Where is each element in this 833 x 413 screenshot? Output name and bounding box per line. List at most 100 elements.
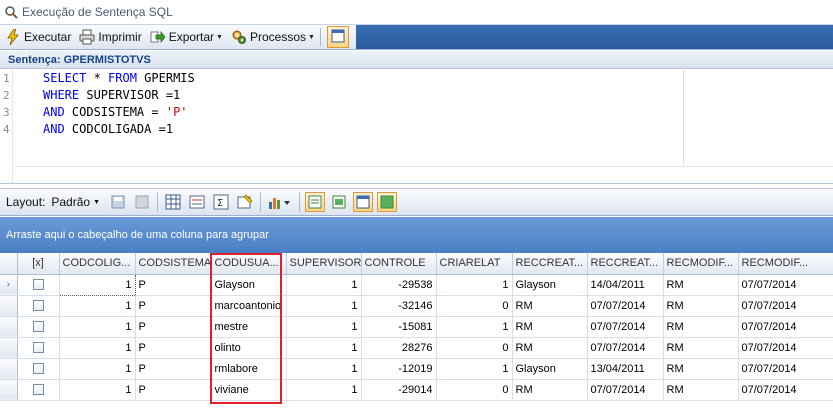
cell-codsistema[interactable]: P bbox=[135, 295, 212, 317]
edit-grid-icon[interactable] bbox=[235, 192, 255, 212]
cell-supervisor[interactable]: 1 bbox=[286, 295, 362, 317]
cell-supervisor[interactable]: 1 bbox=[286, 337, 362, 359]
table-row[interactable]: 1 Polinto 1 28276 0 RM 07/07/2014 RM 07/07/2014 bbox=[0, 337, 833, 359]
cell-criarelat[interactable]: 0 bbox=[436, 379, 513, 401]
sum-icon[interactable]: Σ bbox=[211, 192, 231, 212]
cell-recmodifiedby[interactable]: RM bbox=[663, 337, 739, 359]
cell-recmodifiedby[interactable]: RM bbox=[663, 358, 739, 380]
cell-codsistema[interactable]: P bbox=[135, 358, 212, 380]
cell-codusuario[interactable]: mestre bbox=[211, 316, 287, 338]
save-layout-icon[interactable] bbox=[108, 192, 128, 212]
cell-supervisor[interactable]: 1 bbox=[286, 358, 362, 380]
column-header-recmodifiedby[interactable]: RECMODIF... bbox=[663, 253, 739, 275]
cell-criarelat[interactable]: 1 bbox=[436, 274, 513, 296]
cell-reccreatedon[interactable]: 07/07/2014 bbox=[587, 316, 664, 338]
row-indicator[interactable] bbox=[0, 379, 18, 401]
cell-supervisor[interactable]: 1 bbox=[286, 316, 362, 338]
cell-reccreatedon[interactable]: 07/07/2014 bbox=[587, 295, 664, 317]
column-header-supervisor[interactable]: SUPERVISOR bbox=[286, 253, 362, 275]
row-select-cell[interactable] bbox=[17, 316, 60, 338]
cell-controle[interactable]: -15081 bbox=[361, 316, 437, 338]
cell-reccreatedby[interactable]: RM bbox=[512, 379, 588, 401]
row-indicator[interactable]: › bbox=[0, 274, 18, 296]
row-select-cell[interactable] bbox=[17, 337, 60, 359]
column-header-codcoligada[interactable]: CODCOLIG... bbox=[59, 253, 136, 275]
cell-reccreatedby[interactable]: Glayson bbox=[512, 358, 588, 380]
cell-codcoligada[interactable]: 1 bbox=[59, 379, 136, 401]
row-checkbox[interactable] bbox=[32, 384, 44, 396]
cell-recmodifiedby[interactable]: RM bbox=[663, 295, 739, 317]
column-header-reccreatedby[interactable]: RECCREAT... bbox=[512, 253, 588, 275]
cell-codusuario[interactable]: marcoantonio bbox=[211, 295, 287, 317]
row-checkbox[interactable] bbox=[32, 279, 44, 291]
cell-codusuario[interactable]: olinto bbox=[211, 337, 287, 359]
delete-layout-icon[interactable] bbox=[132, 192, 152, 212]
cell-codsistema[interactable]: P bbox=[135, 274, 212, 296]
cell-recmodifiedon[interactable]: 07/07/2014 bbox=[738, 358, 833, 380]
cell-criarelat[interactable]: 0 bbox=[436, 295, 513, 317]
row-select-cell[interactable] bbox=[17, 379, 60, 401]
table-row[interactable]: › 1 P Glayson 1 -29538 1 Glayson 14/04/2011 RM 07/… bbox=[0, 273, 833, 296]
cell-recmodifiedon[interactable]: 07/07/2014 bbox=[738, 316, 833, 338]
cell-recmodifiedon[interactable]: 07/07/2014 bbox=[738, 337, 833, 359]
column-header-select[interactable]: [x] bbox=[17, 253, 60, 275]
cell-controle[interactable]: -29014 bbox=[361, 379, 437, 401]
cell-codcoligada[interactable]: 1 bbox=[59, 358, 136, 380]
row-checkbox[interactable] bbox=[32, 300, 44, 312]
cell-recmodifiedon[interactable]: 07/07/2014 bbox=[738, 295, 833, 317]
cell-reccreatedon[interactable]: 14/04/2011 bbox=[587, 274, 664, 296]
cell-criarelat[interactable]: 1 bbox=[436, 316, 513, 338]
export-button[interactable]: Exportar ▼ bbox=[147, 26, 226, 48]
cell-codcoligada[interactable]: 1 bbox=[59, 295, 136, 317]
cell-controle[interactable]: -12019 bbox=[361, 358, 437, 380]
row-indicator[interactable] bbox=[0, 337, 18, 359]
cell-controle[interactable]: 28276 bbox=[361, 337, 437, 359]
cell-reccreatedon[interactable]: 07/07/2014 bbox=[587, 379, 664, 401]
cell-codsistema[interactable]: P bbox=[135, 379, 212, 401]
cell-recmodifiedby[interactable]: RM bbox=[663, 274, 739, 296]
group-by-panel[interactable]: Arraste aqui o cabeçalho de uma coluna p… bbox=[0, 217, 833, 253]
row-indicator[interactable] bbox=[0, 295, 18, 317]
row-indicator[interactable] bbox=[0, 316, 18, 338]
column-header-codusuario[interactable]: CODUSUA... bbox=[211, 253, 287, 275]
cell-codusuario[interactable]: viviane bbox=[211, 379, 287, 401]
row-select-cell[interactable] bbox=[17, 358, 60, 380]
filter-grid-icon[interactable] bbox=[187, 192, 207, 212]
table-row[interactable]: 1 Pmarcoantonio 1 -32146 0 RM 07/07/2014 RM 07/0… bbox=[0, 295, 833, 317]
cell-recmodifiedby[interactable]: RM bbox=[663, 379, 739, 401]
row-indicator[interactable] bbox=[0, 358, 18, 380]
cell-codusuario[interactable]: rmlabore bbox=[211, 358, 287, 380]
row-select-cell[interactable] bbox=[17, 274, 60, 296]
cell-reccreatedby[interactable]: RM bbox=[512, 295, 588, 317]
cell-supervisor[interactable]: 1 bbox=[286, 379, 362, 401]
column-header-controle[interactable]: CONTROLE bbox=[361, 253, 437, 275]
table-row[interactable]: 1 Prmlabore 1 -12019 1 Glayson 13/04/2011 RM 07/… bbox=[0, 358, 833, 380]
cell-reccreatedby[interactable]: RM bbox=[512, 316, 588, 338]
view-mode-4-icon[interactable] bbox=[377, 192, 398, 212]
print-button[interactable]: Imprimir bbox=[76, 26, 144, 48]
grid-icon[interactable] bbox=[163, 192, 183, 212]
cell-criarelat[interactable]: 1 bbox=[436, 358, 513, 380]
sql-editor[interactable]: 1 2 3 4 SELECT * FROM GPERMIS WHERE SUPERVISO… bbox=[0, 70, 833, 184]
cell-reccreatedby[interactable]: RM bbox=[512, 337, 588, 359]
row-checkbox[interactable] bbox=[32, 321, 44, 333]
cell-reccreatedby[interactable]: Glayson bbox=[512, 274, 588, 296]
layout-preset-dropdown[interactable]: Padrão ▼ bbox=[51, 195, 100, 209]
table-row[interactable]: 1 Pviviane 1 -29014 0 RM 07/07/2014 RM 07/07/201… bbox=[0, 379, 833, 401]
cell-recmodifiedby[interactable]: RM bbox=[663, 316, 739, 338]
cell-codsistema[interactable]: P bbox=[135, 337, 212, 359]
column-header-recmodifiedon[interactable]: RECMODIF... bbox=[738, 253, 833, 275]
cell-codcoligada[interactable]: 1 bbox=[59, 337, 136, 359]
cell-reccreatedon[interactable]: 13/04/2011 bbox=[587, 358, 664, 380]
view-mode-3-icon[interactable] bbox=[353, 192, 374, 212]
cell-codcoligada[interactable]: 1 bbox=[58, 273, 136, 296]
table-row[interactable]: 1 Pmestre 1 -15081 1 RM 07/07/2014 RM 07/07/2014 bbox=[0, 316, 833, 338]
row-checkbox[interactable] bbox=[32, 342, 44, 354]
cell-reccreatedon[interactable]: 07/07/2014 bbox=[587, 337, 664, 359]
chart-icon[interactable] bbox=[266, 192, 294, 212]
process-button[interactable]: Processos ▼ bbox=[228, 26, 318, 48]
cell-supervisor[interactable]: 1 bbox=[286, 274, 362, 296]
cell-criarelat[interactable]: 0 bbox=[436, 337, 513, 359]
cell-controle[interactable]: -32146 bbox=[361, 295, 437, 317]
window-toggle-button[interactable] bbox=[326, 26, 349, 48]
